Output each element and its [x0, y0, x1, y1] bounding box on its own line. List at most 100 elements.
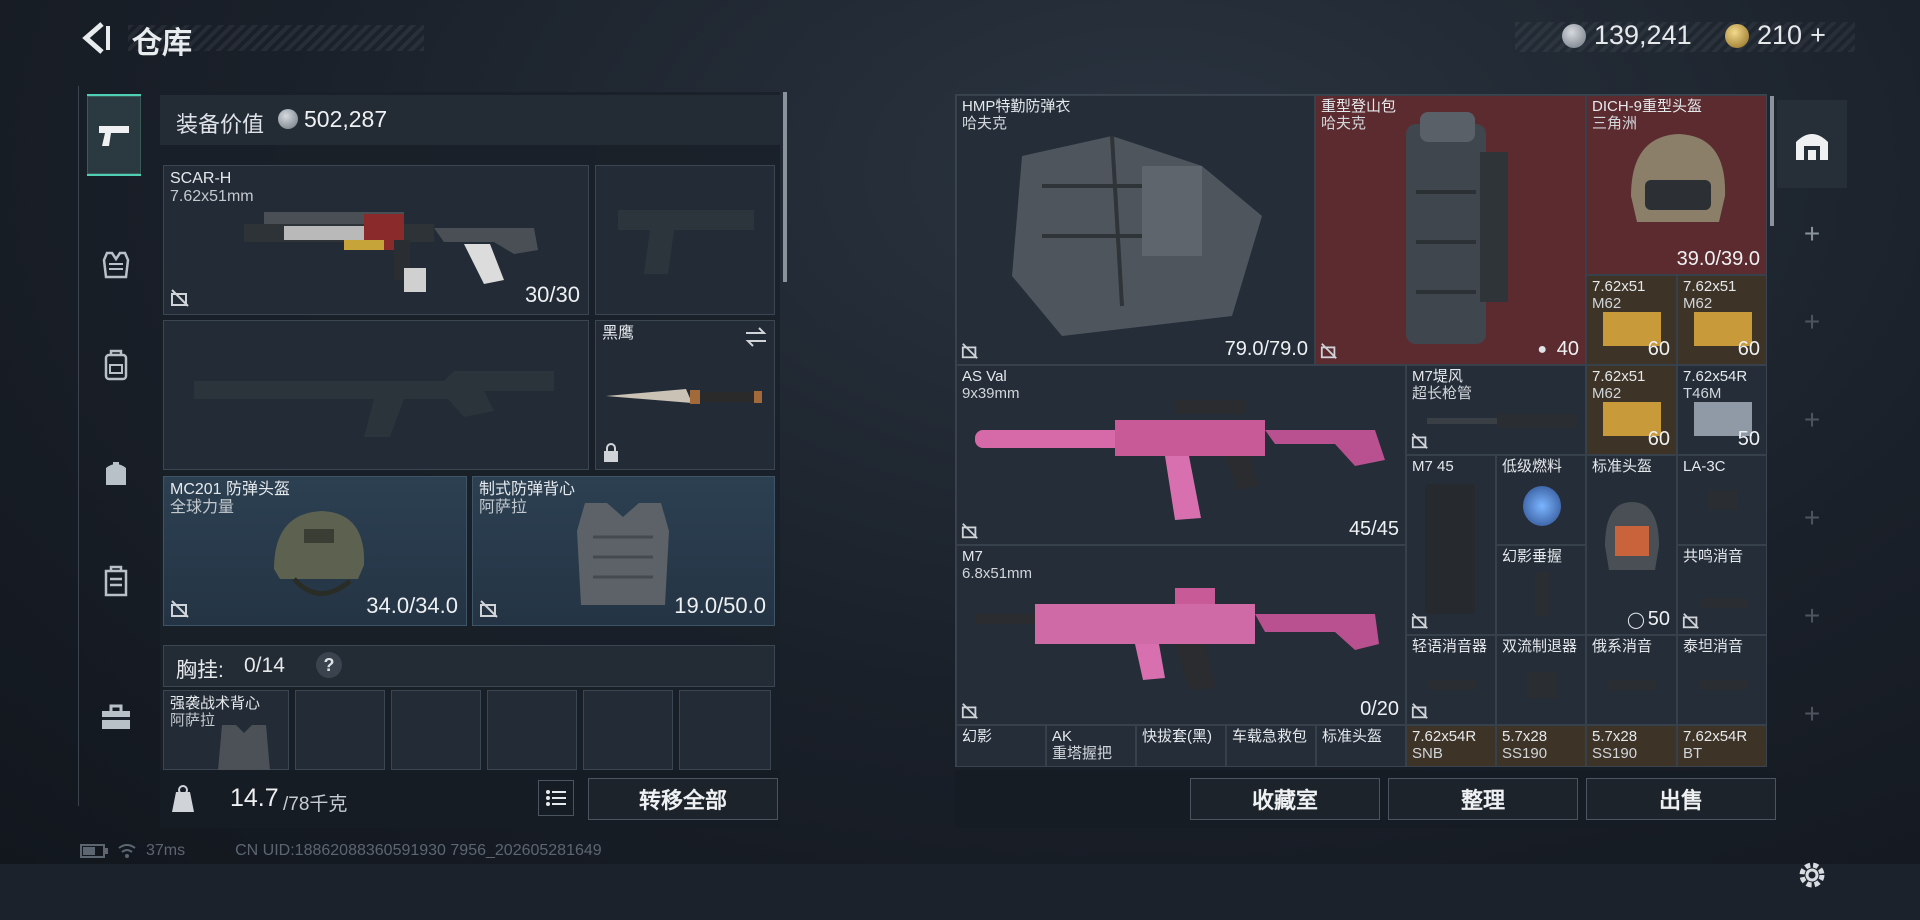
list-view-button[interactable]: [538, 780, 574, 816]
stash-item[interactable]: 重型登山包 哈夫克 ● 40: [1315, 95, 1586, 365]
nav-armor[interactable]: [87, 236, 145, 294]
stash-scrollbar[interactable]: [1770, 96, 1774, 226]
item-name: 标准头盔: [1322, 728, 1383, 745]
premium-plus: +: [1810, 20, 1826, 50]
stash-item[interactable]: 幻影: [956, 725, 1046, 766]
nav-toolbox[interactable]: [87, 688, 145, 746]
item-sub: 哈夫克: [962, 115, 1008, 132]
add-stash-tab-button[interactable]: +: [1777, 572, 1847, 660]
currency-coins[interactable]: 139,241: [1562, 20, 1692, 51]
item-name: 轻语消音器: [1412, 638, 1488, 655]
melee-slot[interactable]: 黑鹰: [595, 320, 775, 470]
tactical-vest-icon: [218, 725, 270, 771]
secondary-weapon-slot[interactable]: [163, 320, 589, 470]
no-insurance-icon: [1411, 613, 1428, 629]
add-stash-tab-button[interactable]: +: [1777, 376, 1847, 464]
stash-item[interactable]: DICH-9重型头盔 三角洲 39.0/39.0: [1586, 95, 1766, 275]
stash-item[interactable]: HMP特勤防弹衣 哈夫克 79.0/79.0: [956, 95, 1315, 365]
stash-item[interactable]: 标准头盔: [1316, 725, 1406, 766]
item-sub: M62: [1683, 295, 1713, 312]
nav-backpack[interactable]: [87, 336, 145, 394]
back-arrow-icon: [82, 22, 110, 54]
item-name: 7.62x54R: [1412, 728, 1477, 745]
item-name: 7.62x54R: [1683, 728, 1748, 745]
as-val-rifle-icon: [975, 400, 1385, 520]
stash-item[interactable]: 共鸣消音: [1677, 545, 1766, 635]
shield-icon: ◯: [1627, 612, 1645, 629]
item-name: 俄系消音: [1592, 638, 1653, 655]
item-sub: T46M: [1683, 385, 1722, 402]
stash-item[interactable]: 双流制退器: [1496, 635, 1586, 725]
stash-item[interactable]: 5.7x28 SS190: [1586, 725, 1677, 766]
no-insurance-icon: [1411, 433, 1428, 449]
nav-pouch[interactable]: [87, 444, 145, 502]
helmet-slot[interactable]: MC201 防弹头盔 全球力量 34.0/34.0: [163, 476, 467, 626]
helmet-name: MC201 防弹头盔: [170, 481, 291, 498]
battery-icon: [80, 844, 108, 858]
item-value: 60: [1737, 338, 1760, 360]
stash-item[interactable]: 标准头盔 ◯ 50: [1586, 455, 1677, 635]
rig-slot-empty[interactable]: [679, 690, 771, 770]
stash-item[interactable]: 俄系消音: [1586, 635, 1677, 725]
add-stash-tab-button[interactable]: +: [1777, 474, 1847, 562]
ping-text: 37ms: [146, 842, 186, 859]
stash-item[interactable]: 低级燃料: [1496, 455, 1586, 545]
rig-slot-empty[interactable]: [583, 690, 673, 770]
stash-item[interactable]: 幻影垂握: [1496, 545, 1586, 635]
transfer-all-button[interactable]: 转移全部: [588, 778, 778, 820]
item-name: 幻影: [962, 728, 993, 745]
add-stash-tab-button[interactable]: +: [1777, 190, 1847, 278]
stash-item[interactable]: AS Val 9x39mm 45/45: [956, 365, 1406, 545]
currency-premium[interactable]: 210 +: [1725, 20, 1826, 51]
stash-item[interactable]: LA-3C: [1677, 455, 1766, 545]
item-value: 50: [1737, 428, 1760, 450]
stash-item[interactable]: 5.7x28 SS190: [1496, 725, 1586, 766]
chest-rig-item-slot[interactable]: 强袭战术背心 阿萨拉: [163, 690, 289, 771]
stash-item[interactable]: 7.62x51 M62 60: [1677, 275, 1766, 365]
nav-weapons[interactable]: [87, 94, 141, 176]
add-stash-tab-button[interactable]: +: [1777, 670, 1847, 758]
stash-item[interactable]: 7.62x54R T46M 50: [1677, 365, 1766, 455]
add-stash-tab-button[interactable]: +: [1777, 278, 1847, 366]
stash-item[interactable]: 7.62x54R SNB: [1406, 725, 1496, 766]
swap-icon[interactable]: [744, 327, 768, 347]
sell-button[interactable]: 出售: [1586, 778, 1776, 820]
item-name: LA-3C: [1683, 458, 1726, 475]
rig-slot-empty[interactable]: [487, 690, 577, 770]
weapon-caliber: 7.62x51mm: [170, 188, 254, 205]
primary-weapon-slot[interactable]: SCAR-H 7.62x51mm 30/30: [163, 165, 589, 315]
settings-button[interactable]: [1777, 830, 1847, 920]
back-button[interactable]: [78, 20, 114, 56]
item-name: M7: [962, 548, 983, 565]
item-name: 7.62x51: [1592, 278, 1646, 295]
stash-item[interactable]: 轻语消音器: [1406, 635, 1496, 725]
stash-item[interactable]: 7.62x54R BT: [1677, 725, 1766, 766]
item-name: 5.7x28: [1592, 728, 1638, 745]
stash-item[interactable]: 7.62x51 M62 60: [1586, 275, 1677, 365]
armor-slot[interactable]: 制式防弹背心 阿萨拉 19.0/50.0: [472, 476, 775, 626]
list-icon: [546, 790, 566, 806]
rig-item-name: 强袭战术背心: [170, 695, 261, 712]
stash-item[interactable]: 7.62x51 M62 60: [1586, 365, 1677, 455]
stash-item[interactable]: 车载急救包: [1226, 725, 1316, 766]
stash-item[interactable]: AK 重塔握把: [1046, 725, 1136, 766]
stash-item[interactable]: 快拔套(黑): [1136, 725, 1226, 766]
loadout-scrollbar[interactable]: [783, 92, 787, 282]
sidearm-slot[interactable]: [595, 165, 775, 315]
stash-item[interactable]: M7堤风 超长枪管: [1406, 365, 1586, 455]
sort-button[interactable]: 整理: [1388, 778, 1578, 820]
rig-slot-empty[interactable]: [391, 690, 481, 770]
suppressor-icon: [1698, 680, 1748, 690]
rig-slot-empty[interactable]: [295, 690, 385, 770]
knife-icon: [606, 389, 762, 404]
warehouse-icon: [1796, 134, 1828, 160]
item-sub: M62: [1592, 385, 1622, 402]
melee-name: 黑鹰: [602, 325, 635, 342]
stash-item[interactable]: 泰坦消音: [1677, 635, 1766, 725]
stash-item[interactable]: M7 6.8x51mm 0/20: [956, 545, 1406, 725]
stash-tab-main[interactable]: [1777, 100, 1847, 188]
nav-case[interactable]: [87, 552, 145, 610]
help-icon[interactable]: ?: [316, 652, 342, 678]
stash-item[interactable]: M7 45: [1406, 455, 1496, 635]
collection-room-button[interactable]: 收藏室: [1190, 778, 1380, 820]
